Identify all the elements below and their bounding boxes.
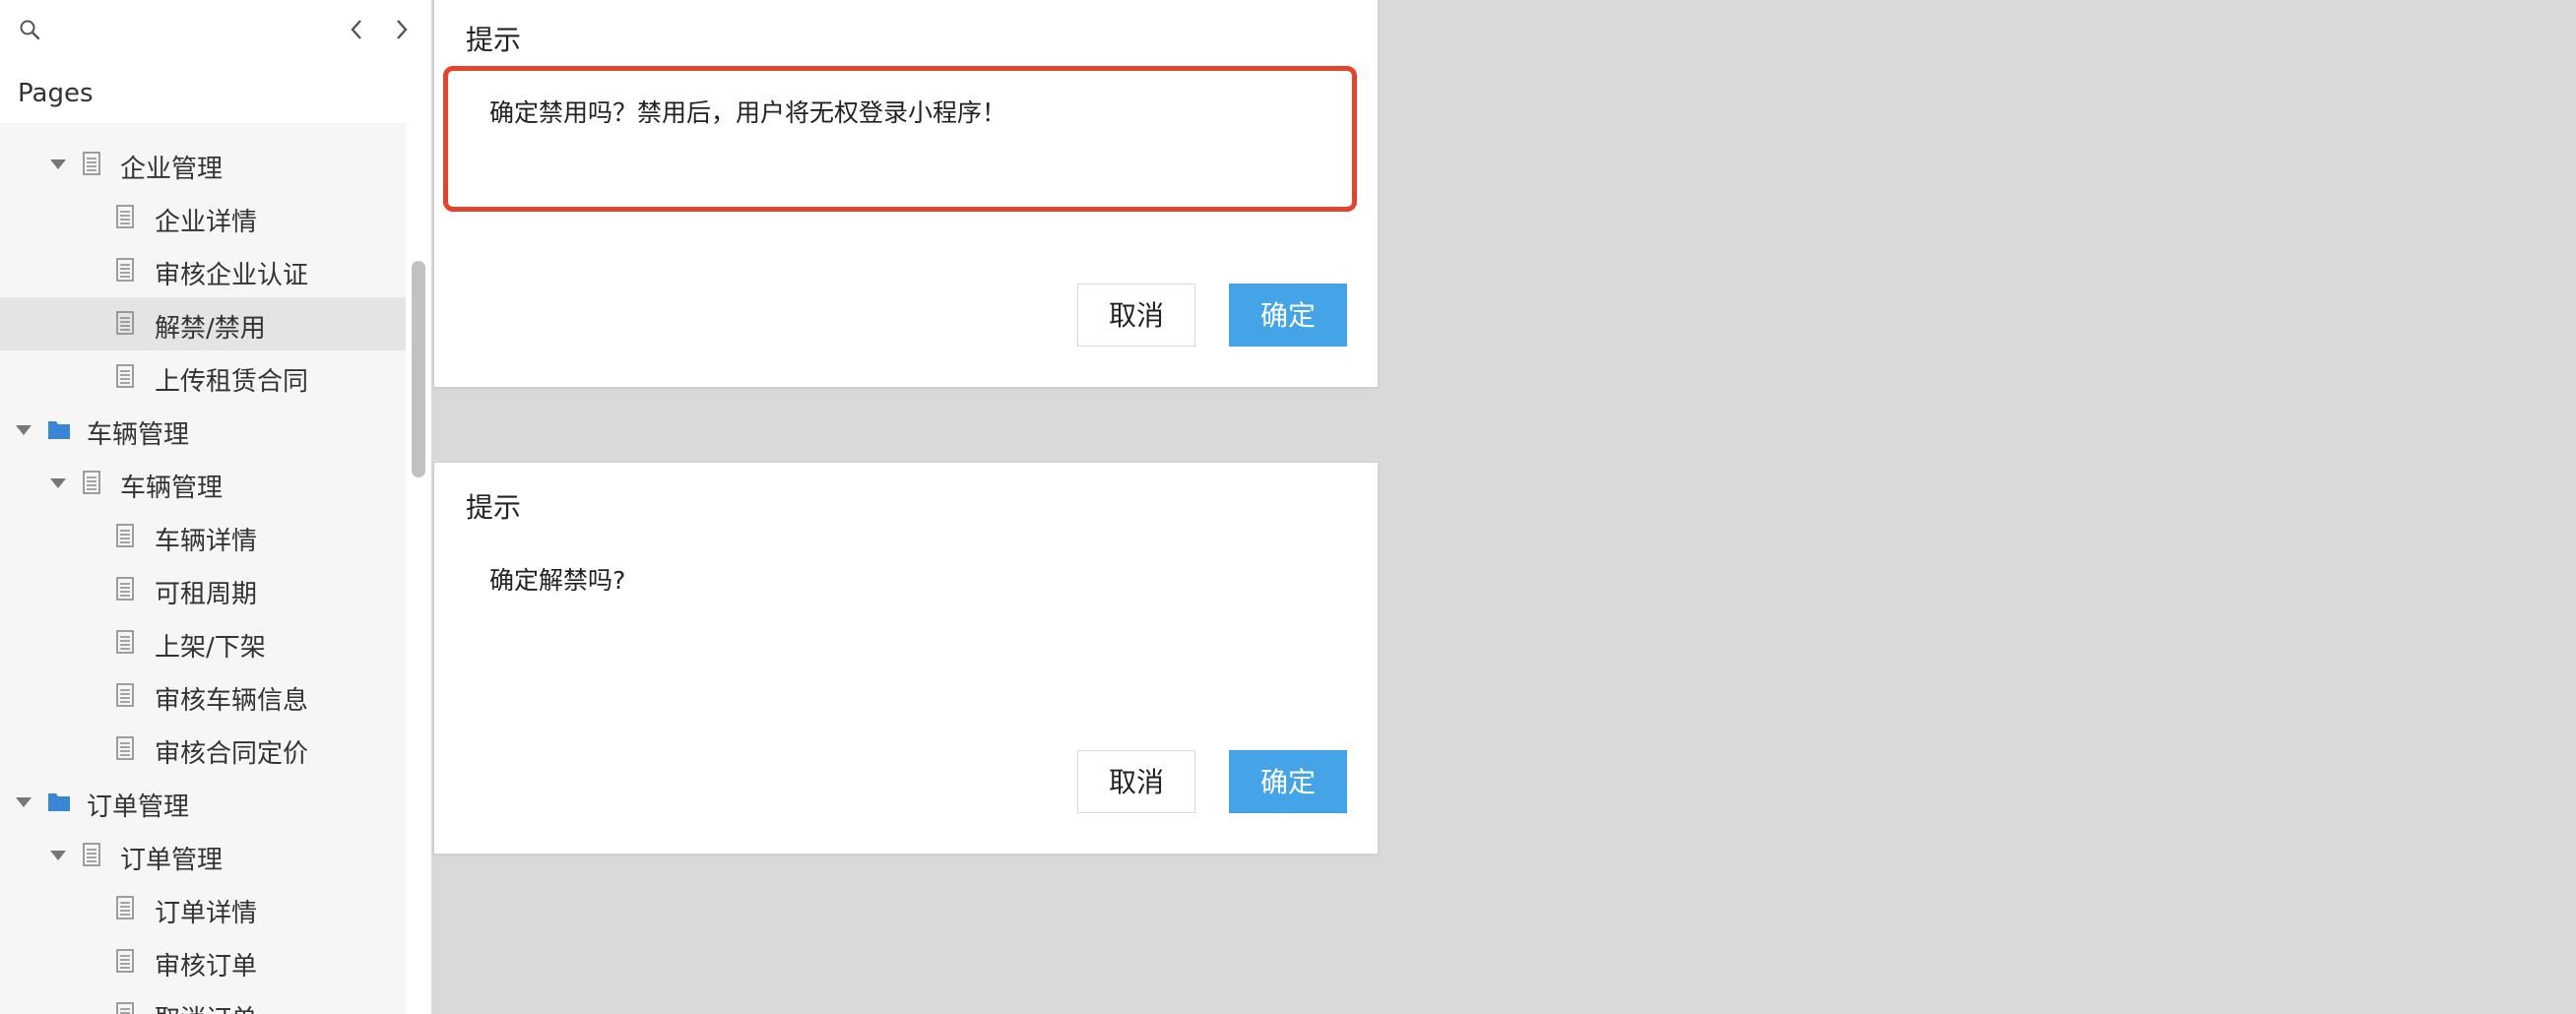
caret-down-icon[interactable] [50, 478, 66, 488]
dialog-title: 提示 [466, 24, 522, 56]
page-icon [116, 205, 134, 228]
page-icon [116, 258, 134, 282]
tree-item-page[interactable]: 审核合同定价 [0, 723, 406, 776]
page-icon [83, 471, 100, 494]
tree-item-page[interactable]: 车辆详情 [0, 510, 406, 563]
tree-item-page[interactable]: 车辆管理 [0, 457, 406, 510]
tree-item-label: 订单管理 [87, 792, 190, 822]
page-icon [116, 630, 134, 654]
app-window: Pages 企业管理 企业详情 审核企业认证 解禁/禁用 上传租赁合同 车辆管理… [0, 0, 2576, 1014]
pages-header: Pages [0, 59, 431, 123]
confirm-button[interactable]: 确定 [1229, 750, 1347, 813]
cancel-button[interactable]: 取消 [1077, 284, 1195, 347]
tree-item-page-selected[interactable]: 解禁/禁用 [0, 297, 406, 350]
sidebar-scrollbar-track[interactable] [406, 123, 431, 1014]
tree-item-page[interactable]: 可租周期 [0, 563, 406, 616]
tree-item-label: 订单详情 [155, 899, 258, 928]
tree-item-label: 车辆管理 [87, 420, 190, 450]
page-icon [116, 1002, 134, 1014]
sidebar-toolbar [0, 0, 431, 59]
search-icon[interactable] [18, 18, 41, 41]
tree-item-label: 订单管理 [120, 846, 224, 875]
tree-item-page[interactable]: 上架/下架 [0, 616, 406, 669]
page-icon [116, 683, 134, 707]
tree-item-page[interactable]: 审核企业认证 [0, 244, 406, 297]
tree-item-label: 企业详情 [155, 208, 258, 237]
folder-icon [48, 421, 70, 439]
caret-down-icon[interactable] [16, 797, 32, 807]
chevron-left-icon[interactable] [345, 15, 368, 44]
page-icon [83, 152, 100, 175]
tree-item-page[interactable]: 订单管理 [0, 829, 406, 882]
tree-item-page[interactable]: 订单详情 [0, 882, 406, 935]
page-icon [116, 949, 134, 973]
tree-item-label: 审核合同定价 [155, 739, 309, 769]
tree-item-label: 审核企业认证 [155, 261, 309, 290]
tree-item-label: 上传租赁合同 [155, 367, 309, 397]
cancel-button[interactable]: 取消 [1077, 750, 1195, 813]
page-icon [116, 736, 134, 760]
page-icon [116, 311, 134, 335]
tree-item-label: 审核车辆信息 [155, 686, 309, 716]
tree-item-label: 解禁/禁用 [155, 314, 266, 344]
dialog-message: 确定解禁吗? [489, 566, 626, 595]
disable-confirm-dialog: 提示 确定禁用吗？禁用后，用户将无权登录小程序！ 取消 确定 [433, 0, 1379, 388]
tree-item-page[interactable]: 取消订单 [0, 988, 406, 1014]
tree-item-page[interactable]: 企业详情 [0, 191, 406, 244]
dialog-message: 确定禁用吗？禁用后，用户将无权登录小程序！ [489, 98, 1007, 127]
tree-item-page[interactable]: 上传租赁合同 [0, 350, 406, 404]
chevron-right-icon[interactable] [390, 15, 414, 44]
caret-down-icon[interactable] [50, 851, 66, 860]
tree-item-label: 上架/下架 [155, 633, 266, 663]
pages-header-label: Pages [18, 79, 94, 108]
page-tree: 企业管理 企业详情 审核企业认证 解禁/禁用 上传租赁合同 车辆管理 车辆管理 … [0, 138, 406, 1014]
page-icon [116, 524, 134, 547]
tree-item-page[interactable]: 审核车辆信息 [0, 669, 406, 723]
confirm-button[interactable]: 确定 [1229, 284, 1347, 347]
page-icon [83, 843, 100, 866]
page-icon [116, 577, 134, 601]
page-icon [116, 896, 134, 919]
unban-confirm-dialog: 提示 确定解禁吗? 取消 确定 [433, 462, 1379, 855]
dialog-title: 提示 [466, 491, 522, 524]
tree-item-label: 企业管理 [120, 155, 224, 184]
page-icon [116, 364, 134, 388]
caret-down-icon[interactable] [16, 425, 32, 435]
tree-item-folder[interactable]: 订单管理 [0, 776, 406, 829]
sidebar: Pages 企业管理 企业详情 审核企业认证 解禁/禁用 上传租赁合同 车辆管理… [0, 0, 432, 1014]
tree-item-page[interactable]: 审核订单 [0, 935, 406, 988]
tree-item-page[interactable]: 企业管理 [0, 138, 406, 191]
folder-icon [48, 793, 70, 811]
tree-item-label: 取消订单 [155, 999, 257, 1014]
highlight-annotation-box [443, 66, 1357, 212]
tree-item-label: 车辆详情 [155, 527, 258, 556]
tree-item-label: 审核订单 [155, 952, 258, 982]
sidebar-scrollbar-thumb[interactable] [412, 261, 425, 477]
tree-item-label: 可租周期 [155, 580, 258, 609]
tree-item-label: 车辆管理 [120, 474, 224, 503]
caret-down-icon[interactable] [50, 159, 66, 169]
tree-item-folder[interactable]: 车辆管理 [0, 404, 406, 457]
